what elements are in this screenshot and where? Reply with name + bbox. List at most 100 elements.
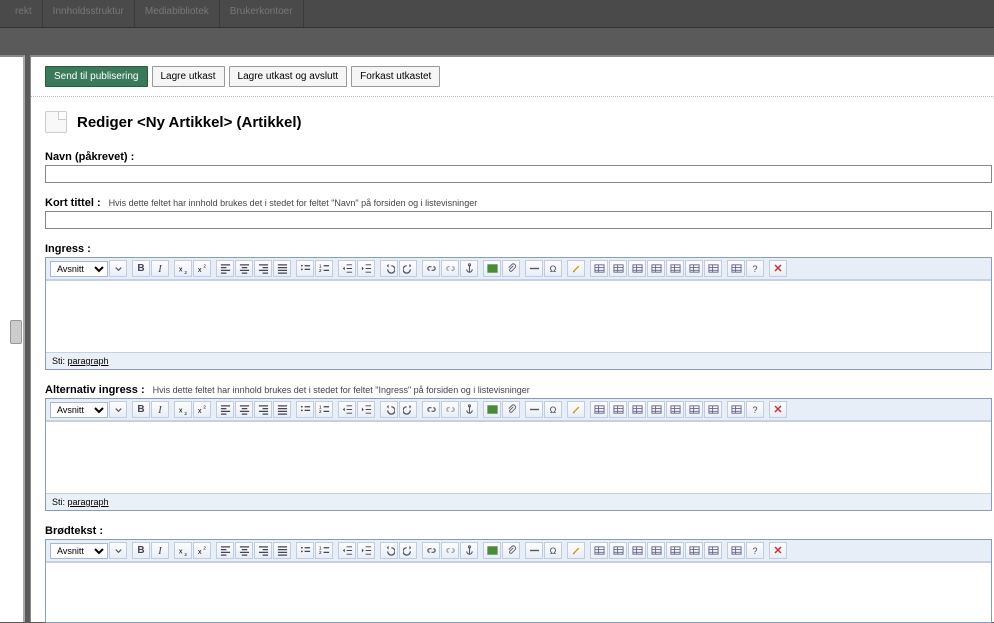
- image-icon[interactable]: [483, 542, 501, 559]
- remove-icon[interactable]: ✕: [769, 542, 787, 559]
- attach-icon[interactable]: [502, 260, 520, 277]
- undo-icon[interactable]: [380, 401, 398, 418]
- align-justify-icon[interactable]: [273, 542, 291, 559]
- superscript-icon[interactable]: x2: [193, 542, 211, 559]
- help-icon[interactable]: ?: [746, 260, 764, 277]
- save-exit-button[interactable]: Lagre utkast og avslutt: [229, 66, 348, 87]
- edit-html-icon[interactable]: [567, 401, 585, 418]
- align-center-icon[interactable]: [235, 542, 253, 559]
- ordered-list-icon[interactable]: 12: [315, 260, 333, 277]
- indent-icon[interactable]: [357, 542, 375, 559]
- outdent-icon[interactable]: [338, 260, 356, 277]
- image-icon[interactable]: [483, 401, 501, 418]
- subscript-icon[interactable]: x2: [174, 260, 192, 277]
- align-left-icon[interactable]: [216, 401, 234, 418]
- redo-icon[interactable]: [399, 542, 417, 559]
- short-title-input[interactable]: [45, 211, 992, 229]
- hr-icon[interactable]: [525, 401, 543, 418]
- link-icon[interactable]: [422, 260, 440, 277]
- table-icon[interactable]: [590, 401, 608, 418]
- superscript-icon[interactable]: x2: [193, 401, 211, 418]
- subscript-icon[interactable]: x2: [174, 542, 192, 559]
- align-left-icon[interactable]: [216, 260, 234, 277]
- table-icon[interactable]: [590, 542, 608, 559]
- italic-icon[interactable]: I: [151, 542, 169, 559]
- outdent-icon[interactable]: [338, 542, 356, 559]
- top-tab[interactable]: Brukerkontoer: [220, 0, 304, 27]
- bold-icon[interactable]: B: [132, 401, 150, 418]
- table-merge-icon[interactable]: [685, 401, 703, 418]
- attach-icon[interactable]: [502, 401, 520, 418]
- help-icon[interactable]: ?: [746, 542, 764, 559]
- table-del-icon[interactable]: [704, 401, 722, 418]
- bold-icon[interactable]: B: [132, 542, 150, 559]
- char-icon[interactable]: Ω: [544, 260, 562, 277]
- subscript-icon[interactable]: x2: [174, 401, 192, 418]
- unordered-list-icon[interactable]: [296, 542, 314, 559]
- edit-html-icon[interactable]: [567, 260, 585, 277]
- publish-button[interactable]: Send til publisering: [45, 66, 148, 87]
- ordered-list-icon[interactable]: 12: [315, 542, 333, 559]
- image-icon[interactable]: [483, 260, 501, 277]
- align-right-icon[interactable]: [254, 401, 272, 418]
- align-justify-icon[interactable]: [273, 401, 291, 418]
- hr-icon[interactable]: [525, 542, 543, 559]
- unordered-list-icon[interactable]: [296, 401, 314, 418]
- unlink-icon[interactable]: [441, 401, 459, 418]
- unlink-icon[interactable]: [441, 542, 459, 559]
- bold-icon[interactable]: B: [132, 260, 150, 277]
- table-col-icon[interactable]: [628, 542, 646, 559]
- undo-icon[interactable]: [380, 542, 398, 559]
- anchor-icon[interactable]: [460, 401, 478, 418]
- redo-icon[interactable]: [399, 260, 417, 277]
- align-justify-icon[interactable]: [273, 260, 291, 277]
- superscript-icon[interactable]: x2: [193, 260, 211, 277]
- table-del-icon[interactable]: [704, 542, 722, 559]
- align-right-icon[interactable]: [254, 260, 272, 277]
- table-split-icon[interactable]: [666, 260, 684, 277]
- table-cell-icon[interactable]: [647, 542, 665, 559]
- outdent-icon[interactable]: [338, 401, 356, 418]
- tool-a-icon[interactable]: [727, 401, 745, 418]
- char-icon[interactable]: Ω: [544, 542, 562, 559]
- align-right-icon[interactable]: [254, 542, 272, 559]
- indent-icon[interactable]: [357, 401, 375, 418]
- undo-icon[interactable]: [380, 260, 398, 277]
- hr-icon[interactable]: [525, 260, 543, 277]
- table-merge-icon[interactable]: [685, 542, 703, 559]
- table-icon[interactable]: [590, 260, 608, 277]
- table-cell-icon[interactable]: [647, 260, 665, 277]
- unordered-list-icon[interactable]: [296, 260, 314, 277]
- top-tab[interactable]: Innholdsstruktur: [43, 0, 135, 27]
- save-draft-button[interactable]: Lagre utkast: [152, 66, 225, 87]
- editor-body[interactable]: [46, 280, 991, 352]
- table-merge-icon[interactable]: [685, 260, 703, 277]
- format-dropdown-icon[interactable]: [109, 401, 127, 418]
- remove-icon[interactable]: ✕: [769, 260, 787, 277]
- table-col-icon[interactable]: [628, 260, 646, 277]
- table-col-icon[interactable]: [628, 401, 646, 418]
- align-left-icon[interactable]: [216, 542, 234, 559]
- italic-icon[interactable]: I: [151, 260, 169, 277]
- table-split-icon[interactable]: [666, 401, 684, 418]
- anchor-icon[interactable]: [460, 260, 478, 277]
- table-split-icon[interactable]: [666, 542, 684, 559]
- attach-icon[interactable]: [502, 542, 520, 559]
- tool-a-icon[interactable]: [727, 260, 745, 277]
- indent-icon[interactable]: [357, 260, 375, 277]
- char-icon[interactable]: Ω: [544, 401, 562, 418]
- table-row-icon[interactable]: [609, 401, 627, 418]
- format-select[interactable]: Avsnitt: [50, 402, 108, 418]
- link-icon[interactable]: [422, 401, 440, 418]
- top-tab[interactable]: rekt: [5, 0, 43, 27]
- top-tab[interactable]: Mediabibliotek: [135, 0, 220, 27]
- help-icon[interactable]: ?: [746, 401, 764, 418]
- align-center-icon[interactable]: [235, 260, 253, 277]
- format-select[interactable]: Avsnitt: [50, 543, 108, 559]
- editor-body[interactable]: [46, 421, 991, 493]
- ordered-list-icon[interactable]: 12: [315, 401, 333, 418]
- remove-icon[interactable]: ✕: [769, 401, 787, 418]
- editor-body[interactable]: [46, 562, 991, 622]
- edit-html-icon[interactable]: [567, 542, 585, 559]
- discard-button[interactable]: Forkast utkastet: [351, 66, 440, 87]
